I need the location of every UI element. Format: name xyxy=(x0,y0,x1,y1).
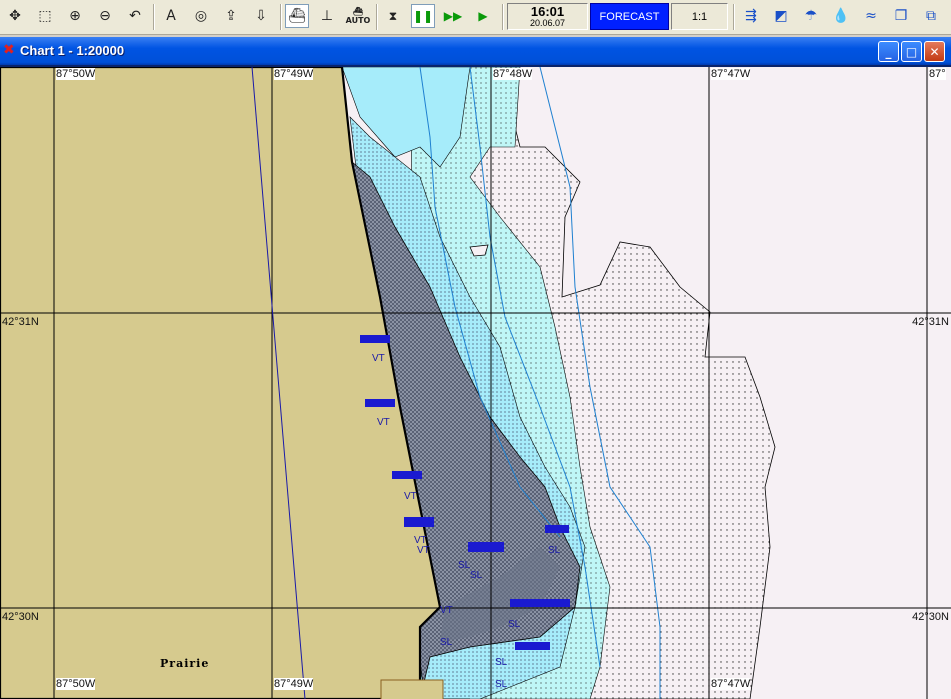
ship-course-icon: ⊥ xyxy=(320,8,334,24)
window-titlebar[interactable]: ✖ Chart 1 - 1:20000 _ □ ✕ xyxy=(0,37,951,65)
precipitation-button[interactable]: 💧 xyxy=(829,4,853,28)
longitude-label-top: 87°49W xyxy=(274,68,314,80)
ship-view-icon: ⛴ xyxy=(288,8,306,24)
waves-button[interactable]: ≈ xyxy=(859,4,883,28)
longitude-label-top: 87°50W xyxy=(56,68,96,80)
import-icon: ⇩ xyxy=(255,8,267,24)
auto-label: AUTO xyxy=(345,16,371,25)
zoom-out-button[interactable]: ⊖ xyxy=(93,4,117,28)
chart-feature-label: SL xyxy=(495,657,508,668)
toolbar-separator xyxy=(376,4,378,30)
fast-forward-button[interactable]: ▶▶ xyxy=(441,4,465,28)
toolbar-separator xyxy=(280,4,282,30)
weather-button[interactable]: ☂ xyxy=(799,4,823,28)
north-up-icon: A xyxy=(166,8,176,24)
auto-ship-icon: ⛴ xyxy=(352,7,364,16)
zoom-in-button[interactable]: ⊕ xyxy=(63,4,87,28)
chart-feature-label: VT xyxy=(440,605,453,616)
copy-windows-button[interactable]: ❐ xyxy=(889,4,913,28)
place-name-prairie: Prairie xyxy=(160,657,210,670)
chart-feature-label: SL xyxy=(470,570,483,581)
chart-feature-label: SL xyxy=(495,679,508,690)
chart-graph-button[interactable]: ◩ xyxy=(769,4,793,28)
pause-button[interactable]: ❚❚ xyxy=(411,4,435,28)
stop-icon: ⧗ xyxy=(388,8,398,23)
center-target-button[interactable]: ◎ xyxy=(189,4,213,28)
window-title: Chart 1 - 1:20000 xyxy=(20,43,125,58)
main-toolbar: ✥ ⬚ ⊕ ⊖ ↶ A ◎ ⇪ ⇩ ⛴ ⊥ ⛴ AUTO ⧗ ❚❚ ▶▶ ▶ 16:01 20.06.07… xyxy=(0,0,951,35)
chart-graph-icon: ◩ xyxy=(774,8,788,24)
pan-tool-icon: ✥ xyxy=(9,8,21,24)
nautical-chart-canvas[interactable]: 87°50W 87°49W 87°48W 87°47W 87° 87°50W 87°49W 8… xyxy=(0,67,951,699)
chart-window-icon: ✖ xyxy=(3,42,15,58)
fast-forward-icon: ▶▶ xyxy=(443,9,463,23)
cascade-windows-icon: ⧉ xyxy=(926,8,936,24)
chart-feature-label: VT xyxy=(377,417,390,428)
toolbar-separator xyxy=(153,4,155,30)
longitude-label-bottom: 87°49W xyxy=(274,678,314,690)
ship-course-button[interactable]: ⊥ xyxy=(315,4,339,28)
clock-panel: 16:01 20.06.07 xyxy=(507,3,588,30)
stop-button[interactable]: ⧗ xyxy=(381,4,405,28)
export-button[interactable]: ⇪ xyxy=(219,4,243,28)
import-button[interactable]: ⇩ xyxy=(249,4,273,28)
longitude-label-top: 87°48W xyxy=(493,68,533,80)
forecast-button[interactable]: FORECAST xyxy=(590,3,669,30)
undo-view-icon: ↶ xyxy=(129,8,141,24)
maximize-button[interactable]: □ xyxy=(901,41,922,62)
undo-view-button[interactable]: ↶ xyxy=(123,4,147,28)
weather-icon: ☂ xyxy=(804,8,818,24)
latitude-label: 42°30N xyxy=(2,611,39,623)
close-button[interactable]: ✕ xyxy=(924,41,945,62)
play-button[interactable]: ▶ xyxy=(471,4,495,28)
toolbar-separator xyxy=(502,4,504,30)
chart-feature-label: SL xyxy=(548,545,561,556)
chart-feature-label: SL xyxy=(440,637,453,648)
clock-time: 16:01 xyxy=(530,4,565,19)
zoom-window-button[interactable]: ⬚ xyxy=(33,4,57,28)
land-building xyxy=(380,679,444,699)
zoom-out-icon: ⊖ xyxy=(99,8,111,24)
copy-windows-icon: ❐ xyxy=(894,8,908,24)
center-target-icon: ◎ xyxy=(194,8,208,24)
waves-icon: ≈ xyxy=(865,8,877,24)
chart-feature-label: SL xyxy=(508,619,521,630)
minimize-button[interactable]: _ xyxy=(878,41,899,62)
chart-feature-label: SL xyxy=(458,560,471,571)
north-up-button[interactable]: A xyxy=(159,4,183,28)
pan-tool-button[interactable]: ✥ xyxy=(3,4,27,28)
currents-icon: ⇶ xyxy=(745,8,757,24)
scale-button[interactable]: 1:1 xyxy=(671,3,728,30)
chart-svg[interactable] xyxy=(0,67,951,699)
toolbar-separator xyxy=(733,4,735,30)
latitude-label: 42°31N xyxy=(912,316,949,328)
zoom-in-icon: ⊕ xyxy=(69,8,81,24)
auto-mode-button[interactable]: ⛴ AUTO xyxy=(345,4,371,28)
play-icon: ▶ xyxy=(478,9,488,23)
latitude-label: 42°31N xyxy=(2,316,39,328)
chart-feature-label: VT xyxy=(372,353,385,364)
longitude-label-bottom: 87°50W xyxy=(56,678,96,690)
ship-view-button[interactable]: ⛴ xyxy=(285,4,309,28)
cascade-windows-button[interactable]: ⧉ xyxy=(919,4,943,28)
chart-feature-label: VT xyxy=(404,491,417,502)
longitude-label-top: 87° xyxy=(929,68,946,80)
latitude-label: 42°30N xyxy=(912,611,949,623)
pause-icon: ❚❚ xyxy=(412,9,434,23)
longitude-label-bottom: 87°47W xyxy=(711,678,751,690)
zoom-window-icon: ⬚ xyxy=(38,8,52,24)
clock-date: 20.06.07 xyxy=(529,18,566,28)
export-icon: ⇪ xyxy=(225,8,237,24)
longitude-label-top: 87°47W xyxy=(711,68,751,80)
chart-feature-label: VT xyxy=(417,545,430,556)
precipitation-icon: 💧 xyxy=(832,8,850,24)
currents-button[interactable]: ⇶ xyxy=(739,4,763,28)
chart-window: ✖ Chart 1 - 1:20000 _ □ ✕ 87°50W 87°49W … xyxy=(0,37,951,699)
